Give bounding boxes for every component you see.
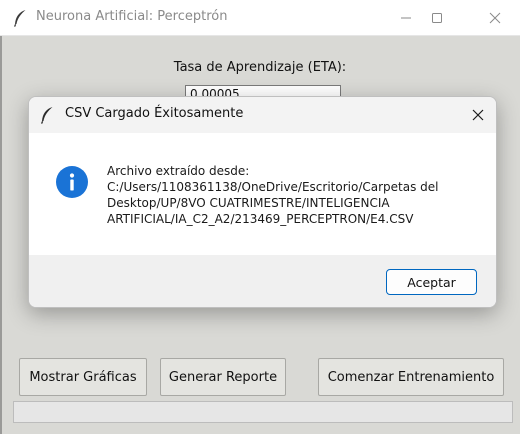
feather-icon — [13, 9, 27, 31]
close-icon — [472, 109, 484, 121]
close-icon — [489, 12, 501, 24]
main-titlebar: Neurona Artificial: Perceptrón — [0, 0, 520, 36]
message-dialog: CSV Cargado Éxitosamente Archivo extraíd… — [28, 96, 497, 308]
start-training-button[interactable]: Comenzar Entrenamiento — [318, 358, 504, 396]
minimize-icon — [401, 17, 411, 19]
dialog-footer: Aceptar — [29, 255, 496, 307]
feather-icon — [40, 106, 54, 128]
info-icon — [56, 166, 88, 198]
show-charts-button[interactable]: Mostrar Gráficas — [19, 358, 147, 396]
maximize-button[interactable] — [414, 0, 460, 36]
dialog-close-button[interactable] — [460, 97, 496, 133]
maximize-icon — [432, 13, 442, 23]
dialog-message: Archivo extraído desde: C:/Users/1108361… — [107, 164, 439, 226]
window-title: Neurona Artificial: Perceptrón — [36, 9, 228, 24]
close-button[interactable] — [472, 0, 518, 36]
progress-bar — [13, 401, 513, 423]
window-edge — [0, 36, 2, 434]
dialog-title: CSV Cargado Éxitosamente — [65, 106, 244, 121]
dialog-titlebar: CSV Cargado Éxitosamente — [29, 97, 496, 133]
eta-label: Tasa de Aprendizaje (ETA): — [173, 60, 347, 75]
dialog-content: Archivo extraído desde: C:/Users/1108361… — [29, 133, 496, 255]
ok-button[interactable]: Aceptar — [386, 269, 477, 295]
generate-report-button[interactable]: Generar Reporte — [160, 358, 286, 396]
